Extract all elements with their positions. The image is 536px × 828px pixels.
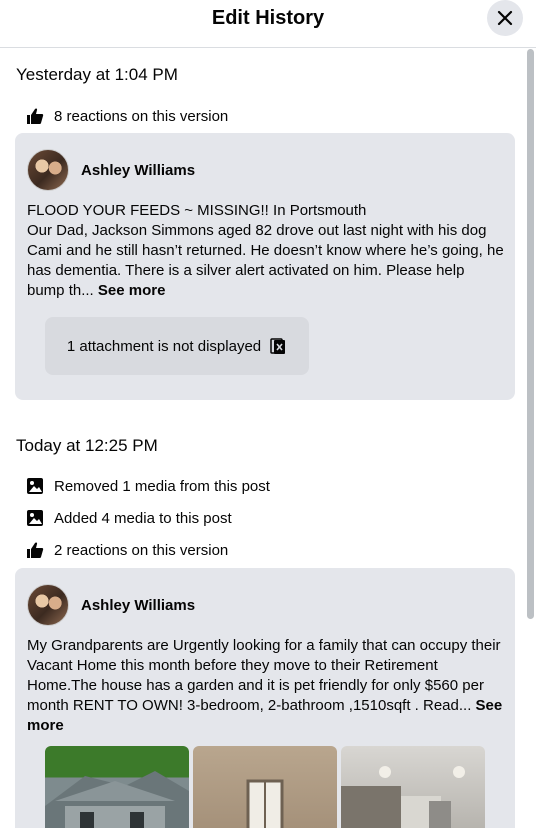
see-more-link[interactable]: See more <box>98 282 166 299</box>
attachment-notice: 1 attachment is not displayed <box>45 317 309 375</box>
post-author: Ashley Williams <box>27 584 195 626</box>
post-version-card: Ashley Williams FLOOD YOUR FEEDS ~ MISSI… <box>15 133 515 400</box>
close-icon <box>497 10 513 26</box>
reactions-text: 2 reactions on this version <box>54 541 229 559</box>
media-removed-row: Removed 1 media from this post <box>26 476 270 496</box>
close-button[interactable] <box>487 0 523 36</box>
dialog-header: Edit History <box>0 0 536 48</box>
reactions-row: 8 reactions on this version <box>26 106 228 126</box>
post-body: My Grandparents are Urgently looking for… <box>27 637 505 714</box>
like-icon <box>26 107 44 125</box>
edit-history-list[interactable]: Yesterday at 1:04 PM 8 reactions on this… <box>0 49 536 828</box>
media-added-row: Added 4 media to this post <box>26 508 232 528</box>
version-timestamp: Yesterday at 1:04 PM <box>16 65 178 84</box>
post-text: FLOOD YOUR FEEDS ~ MISSING!! In Portsmou… <box>27 201 505 301</box>
post-author: Ashley Williams <box>27 149 195 191</box>
avatar[interactable] <box>27 149 69 191</box>
media-icon <box>26 509 44 527</box>
reactions-text: 8 reactions on this version <box>54 107 229 125</box>
post-photos <box>45 746 489 828</box>
avatar[interactable] <box>27 584 69 626</box>
post-photo[interactable] <box>45 746 189 828</box>
version-timestamp: Today at 12:25 PM <box>16 436 158 455</box>
author-name[interactable]: Ashley Williams <box>81 597 195 614</box>
dialog-title: Edit History <box>211 7 325 29</box>
scrollbar[interactable] <box>527 49 534 619</box>
attachment-hidden-icon <box>270 338 286 354</box>
media-icon <box>26 477 44 495</box>
house-exterior-image <box>45 771 189 828</box>
reactions-row: 2 reactions on this version <box>26 540 228 560</box>
attachment-notice-text: 1 attachment is not displayed <box>66 337 262 355</box>
post-photo[interactable] <box>341 746 485 828</box>
post-text: My Grandparents are Urgently looking for… <box>27 636 505 736</box>
like-icon <box>26 541 44 559</box>
room-image <box>246 779 284 828</box>
post-version-card: Ashley Williams My Grandparents are Urge… <box>15 568 515 828</box>
kitchen-image <box>341 766 465 828</box>
media-removed-text: Removed 1 media from this post <box>54 477 270 495</box>
post-photo[interactable] <box>193 746 337 828</box>
author-name[interactable]: Ashley Williams <box>81 162 195 179</box>
media-added-text: Added 4 media to this post <box>54 509 232 527</box>
